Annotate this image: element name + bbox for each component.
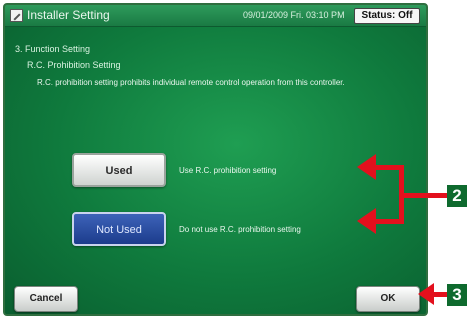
window-title: Installer Setting [27, 8, 110, 22]
controller-screen: Installer Setting 09/01/2009 Fri. 03:10 … [3, 3, 428, 316]
setting-description: R.C. prohibition setting prohibits indiv… [37, 78, 345, 87]
title-bar: Installer Setting 09/01/2009 Fri. 03:10 … [5, 5, 426, 27]
ok-arrow-shaft [430, 292, 447, 297]
callout-number-3: 3 [447, 284, 467, 306]
callout-number-2: 2 [447, 185, 467, 207]
used-button[interactable]: Used [72, 153, 166, 187]
used-description: Use R.C. prohibition setting [179, 166, 277, 175]
ok-button[interactable]: OK [356, 286, 420, 312]
not-used-description: Do not use R.C. prohibition setting [179, 225, 301, 234]
not-used-button[interactable]: Not Used [72, 212, 166, 246]
status-badge: Status: Off [354, 8, 420, 24]
date-time: 09/01/2009 Fri. 03:10 PM [243, 10, 345, 20]
installer-app-icon [10, 9, 23, 22]
cancel-button[interactable]: Cancel [14, 286, 78, 312]
subsection-label: R.C. Prohibition Setting [27, 60, 121, 70]
section-label: 3. Function Setting [15, 44, 91, 54]
